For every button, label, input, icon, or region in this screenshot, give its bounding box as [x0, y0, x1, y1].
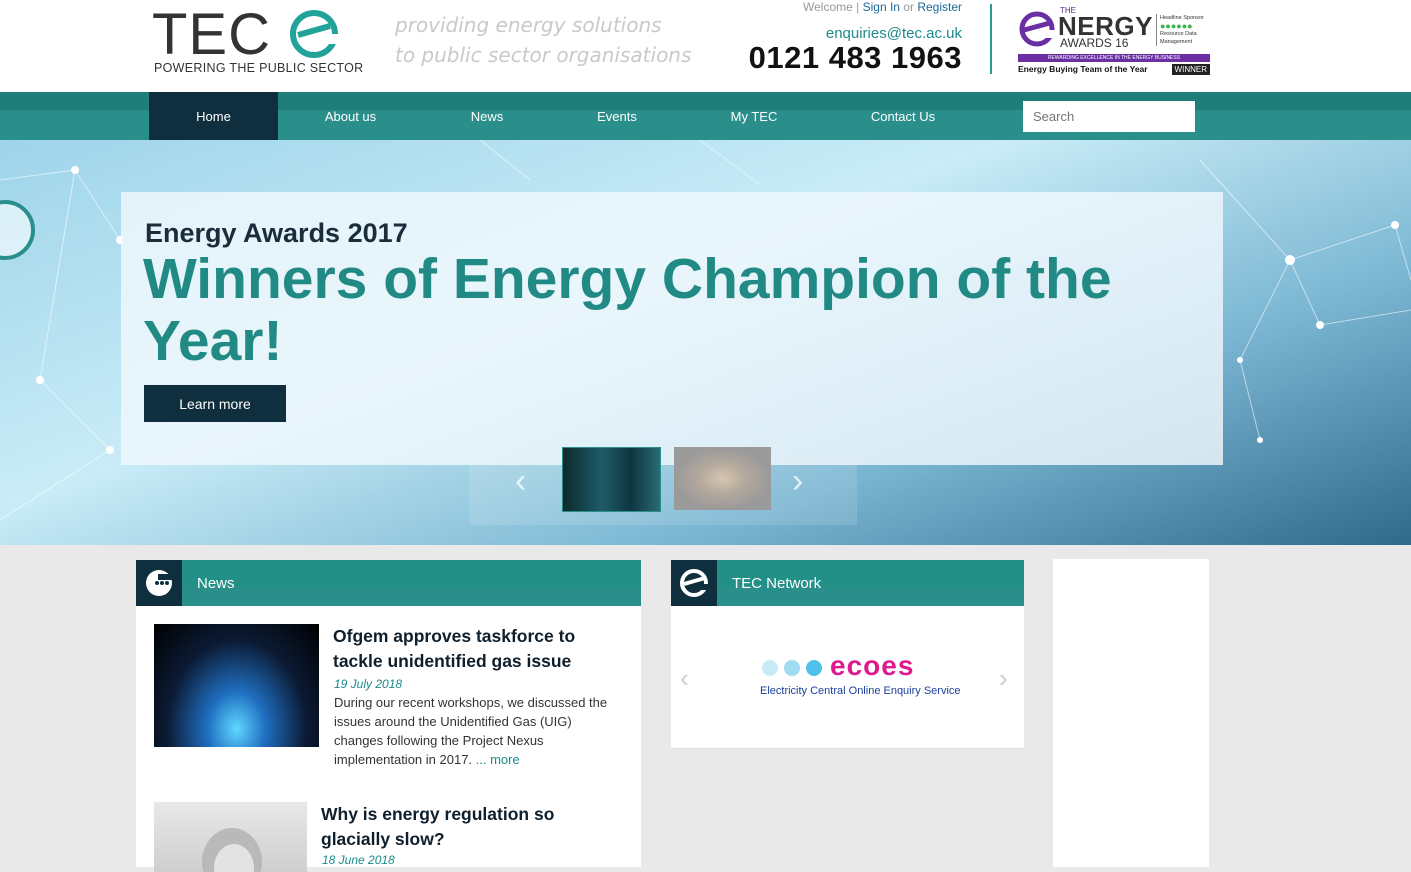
news-more-link[interactable]: ... more	[476, 752, 520, 767]
welcome-text: Welcome |	[803, 0, 860, 14]
hero-slider: Energy Awards 2017 Winners of Energy Cha…	[0, 140, 1411, 545]
carousel-prev-icon[interactable]: ‹	[680, 663, 689, 694]
network-panel-header: TEC Network	[671, 560, 1024, 606]
slide-thumbnail-2[interactable]	[674, 447, 771, 510]
news-heading: News	[197, 575, 235, 592]
energy-awards-badge: THE NERGY AWARDS 16 Headline Sponsor ●●●…	[1018, 6, 1210, 76]
news-panel-header: News	[136, 560, 641, 606]
news-item-summary: During our recent workshops, we discusse…	[334, 693, 624, 769]
news-item-date: 19 July 2018	[334, 677, 403, 691]
news-item-date: 18 June 2018	[322, 853, 395, 867]
hero-pretitle: Energy Awards 2017	[145, 218, 408, 248]
award-bar: REWARDING EXCELLENCE IN THE ENERGY BUSIN…	[1018, 54, 1210, 62]
register-link[interactable]: Register	[917, 0, 962, 14]
hero-caption-panel: Energy Awards 2017 Winners of Energy Cha…	[121, 192, 1223, 465]
tagline-line-2: to public sector organisations	[395, 43, 692, 67]
slide-thumbnail-1[interactable]	[562, 447, 661, 512]
award-sponsor: Headline Sponsor ●●●●●● Resource Data Ma…	[1156, 14, 1214, 46]
sidebar-panel	[1053, 559, 1209, 867]
tec-logo[interactable]: TEC POWERING THE PUBLIC SECTOR	[152, 2, 363, 76]
sponsor-name: Resource Data Management	[1160, 31, 1197, 45]
nav-item-events[interactable]: Events	[567, 92, 667, 140]
nav-item-my-tec[interactable]: My TEC	[704, 92, 804, 140]
news-item-title[interactable]: Ofgem approves taskforce to tackle unide…	[333, 624, 623, 674]
slider-prev-icon[interactable]: ‹	[515, 462, 526, 501]
sign-in-link[interactable]: Sign In	[863, 0, 900, 14]
news-panel: News Ofgem approves taskforce to tackle …	[136, 560, 641, 872]
sponsor-dots-icon: ●●●●●●	[1160, 21, 1193, 31]
award-e-icon	[1019, 11, 1056, 47]
portrait-image[interactable]	[154, 802, 307, 872]
logo-wordmark: TEC	[152, 2, 271, 67]
nav-item-home[interactable]: Home	[149, 92, 278, 140]
ecoes-subtitle: Electricity Central Online Enquiry Servi…	[760, 685, 961, 697]
network-heading: TEC Network	[732, 575, 822, 592]
nav-item-news[interactable]: News	[437, 92, 537, 140]
site-tagline: providing energy solutions to public sec…	[395, 10, 691, 70]
ecoes-dots-icon	[762, 660, 822, 676]
network-header-stripe	[671, 560, 1024, 586]
slider-next-icon[interactable]: ›	[792, 462, 803, 501]
tec-e-icon	[671, 560, 717, 606]
tagline-line-1: providing energy solutions	[395, 13, 662, 37]
carousel-next-icon[interactable]: ›	[999, 663, 1008, 694]
user-links: Welcome | Sign In or Register	[760, 0, 962, 14]
main-nav: Home About us News Events My TEC Contact…	[0, 92, 1411, 140]
logo-e-icon	[290, 10, 338, 58]
nav-item-contact-us[interactable]: Contact Us	[848, 92, 958, 140]
tec-network-panel: TEC Network ‹ ecoes Electricity Central …	[671, 560, 1024, 749]
hero-title: Winners of Energy Champion of the Year!	[143, 247, 1112, 373]
contact-phone: 0121 483 1963	[748, 40, 962, 75]
or-text: or	[903, 0, 914, 14]
news-item-text: During our recent workshops, we discusse…	[334, 695, 608, 767]
search-input[interactable]	[1023, 101, 1195, 132]
ecoes-logo[interactable]: ecoes	[830, 650, 914, 682]
site-header: TEC POWERING THE PUBLIC SECTOR providing…	[0, 0, 1411, 92]
nav-item-about-us[interactable]: About us	[290, 92, 411, 140]
header-divider	[990, 4, 992, 74]
award-winner-label: WINNER	[1171, 64, 1210, 75]
award-year: AWARDS 16	[1060, 36, 1129, 50]
logo-tagline: POWERING THE PUBLIC SECTOR	[154, 61, 364, 75]
news-item-title[interactable]: Why is energy regulation so glacially sl…	[321, 802, 621, 852]
gas-flame-image[interactable]	[154, 624, 319, 747]
learn-more-button[interactable]: Learn more	[144, 385, 286, 422]
news-chat-icon	[136, 560, 182, 606]
